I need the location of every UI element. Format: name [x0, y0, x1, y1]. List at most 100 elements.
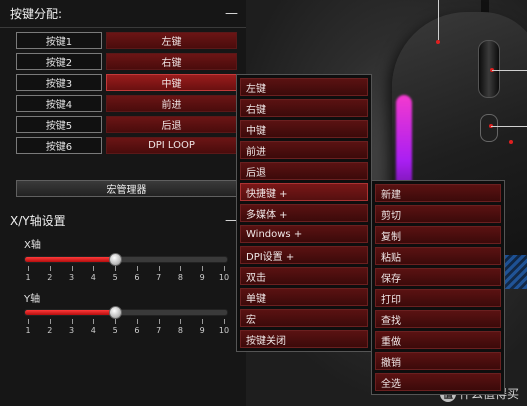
slider-scale-number: 5: [112, 273, 118, 282]
slider-tick: [71, 266, 73, 271]
key-assignment-header: 按键分配: —: [0, 0, 246, 28]
menu-item-shortcut[interactable]: 快捷键 +: [240, 183, 368, 201]
x-slider-fill: [25, 257, 117, 262]
slider-scale-number: 3: [69, 273, 75, 282]
slider-scale-number: 6: [134, 326, 140, 335]
key-mapping-row: 按键3 中键: [16, 74, 237, 91]
menu-item[interactable]: 按键关闭: [240, 330, 368, 348]
menu-item[interactable]: 多媒体 +: [240, 204, 368, 222]
submenu-item[interactable]: 复制: [375, 226, 501, 244]
mouse-scroll-wheel: [478, 40, 500, 98]
slider-tick: [115, 319, 117, 324]
slider-scale-number: 9: [199, 326, 205, 335]
key-mapping-row: 按键2 右键: [16, 53, 237, 70]
slider-scale-number: 5: [112, 326, 118, 335]
hotspot-marker: [436, 40, 440, 44]
macro-manager-button[interactable]: 宏管理器: [16, 180, 237, 197]
menu-item[interactable]: 后退: [240, 162, 368, 180]
slider-tick: [49, 319, 51, 324]
submenu-item[interactable]: 剪切: [375, 205, 501, 223]
slider-scale-number: 10: [218, 326, 230, 335]
slider-scale-number: 6: [134, 273, 140, 282]
key-action-dropdown[interactable]: 前进: [106, 95, 237, 112]
y-slider-fill: [25, 310, 117, 315]
key-action-dropdown[interactable]: 右键: [106, 53, 237, 70]
slider-tick: [158, 266, 160, 271]
slider-scale-number: 9: [199, 273, 205, 282]
slider-tick: [93, 266, 95, 271]
slider-tick: [158, 319, 160, 324]
slider-tick: [28, 319, 29, 324]
key-mapping-row: 按键5 后退: [16, 116, 237, 133]
slider-scale-number: 3: [69, 326, 75, 335]
key-mapping-row: 按键6 DPI LOOP: [16, 137, 237, 154]
slider-scale-number: 8: [177, 273, 183, 282]
submenu-item[interactable]: 全选: [375, 373, 501, 391]
y-axis-label: Y轴: [24, 294, 41, 305]
submenu-item[interactable]: 重做: [375, 331, 501, 349]
submenu-item[interactable]: 撤销: [375, 352, 501, 370]
slider-scale-number: 4: [90, 273, 96, 282]
y-slider-handle[interactable]: [109, 306, 123, 319]
key-mapping-row: 按键1 左键: [16, 32, 237, 49]
xy-axis-header: X/Y轴设置 —: [0, 210, 246, 230]
submenu-item[interactable]: 打印: [375, 289, 501, 307]
slider-tick: [136, 319, 138, 324]
shortcut-submenu: 新建 剪切 复制 粘贴 保存 打印 查找 重做 撤销 全选: [371, 180, 505, 395]
slider-tick: [115, 266, 117, 271]
menu-item[interactable]: 单键: [240, 288, 368, 306]
hotspot-marker: [509, 140, 513, 144]
key-action-dropdown[interactable]: 后退: [106, 116, 237, 133]
xy-axis-title: X/Y轴设置: [10, 213, 66, 228]
slider-tick: [202, 319, 204, 324]
key-action-menu: 左键 右键 中键 前进 后退 快捷键 + 多媒体 + Windows + DPI…: [236, 74, 372, 352]
x-axis-slider[interactable]: [24, 253, 228, 266]
y-slider-ticks: [24, 319, 228, 325]
collapse-icon[interactable]: —: [225, 6, 238, 21]
settings-panel: 按键分配: — 按键1 左键 按键2 右键 按键3 中键 按键4 前进 按键5 …: [0, 0, 246, 406]
slider-tick: [224, 266, 225, 271]
menu-item[interactable]: DPI设置 +: [240, 246, 368, 264]
menu-item[interactable]: 右键: [240, 99, 368, 117]
submenu-item[interactable]: 粘贴: [375, 247, 501, 265]
key-label: 按键6: [16, 137, 102, 154]
key-label: 按键5: [16, 116, 102, 133]
key-action-dropdown[interactable]: 左键: [106, 32, 237, 49]
slider-scale-number: 1: [25, 326, 31, 335]
submenu-item[interactable]: 新建: [375, 184, 501, 202]
key-label: 按键2: [16, 53, 102, 70]
menu-item[interactable]: 宏: [240, 309, 368, 327]
slider-tick: [180, 266, 182, 271]
slider-tick: [49, 266, 51, 271]
x-slider-handle[interactable]: [109, 253, 123, 266]
key-label: 按键4: [16, 95, 102, 112]
slider-tick: [93, 319, 95, 324]
slider-tick: [224, 319, 225, 324]
slider-scale-number: 7: [156, 326, 162, 335]
slider-scale-number: 10: [218, 273, 230, 282]
y-slider-scale: 1 2 3 4 5 6 7 8 9 10: [24, 326, 230, 336]
slider-tick: [71, 319, 73, 324]
menu-item[interactable]: 左键: [240, 78, 368, 96]
menu-item[interactable]: 前进: [240, 141, 368, 159]
slider-tick: [180, 319, 182, 324]
submenu-item[interactable]: 保存: [375, 268, 501, 286]
menu-item[interactable]: 中键: [240, 120, 368, 138]
key-action-dropdown[interactable]: 中键: [106, 74, 237, 91]
menu-item[interactable]: 双击: [240, 267, 368, 285]
menu-item[interactable]: Windows +: [240, 225, 368, 243]
slider-scale-number: 8: [177, 326, 183, 335]
key-action-dropdown[interactable]: DPI LOOP: [106, 137, 237, 154]
submenu-item[interactable]: 查找: [375, 310, 501, 328]
slider-tick: [136, 266, 138, 271]
key-label: 按键3: [16, 74, 102, 91]
key-mapping-row: 按键4 前进: [16, 95, 237, 112]
x-axis-label: X轴: [24, 240, 41, 251]
callout-line: [492, 70, 527, 71]
slider-scale-number: 1: [25, 273, 31, 282]
slider-scale-number: 2: [47, 273, 53, 282]
y-axis-slider[interactable]: [24, 306, 228, 319]
key-assignment-title: 按键分配:: [10, 7, 63, 21]
key-label: 按键1: [16, 32, 102, 49]
slider-scale-number: 4: [90, 326, 96, 335]
